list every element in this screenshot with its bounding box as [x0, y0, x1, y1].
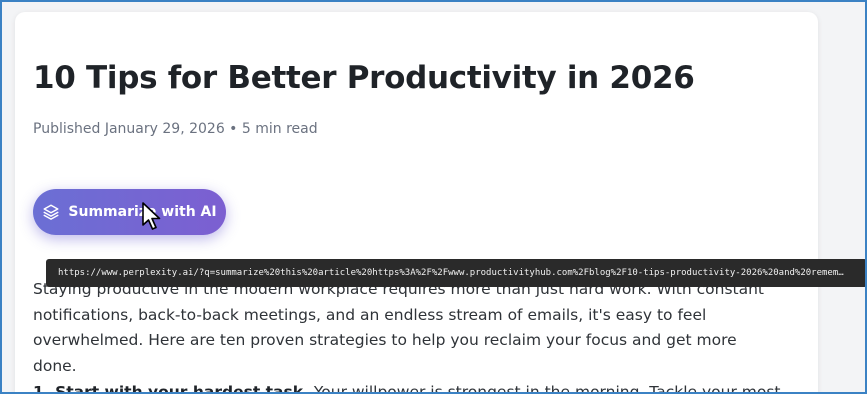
mouse-pointer-icon: [142, 202, 161, 230]
tip-1-text: Your willpower is strongest in the morni…: [308, 383, 781, 394]
article-meta: Published January 29, 2026 • 5 min read: [33, 121, 318, 137]
article-title: 10 Tips for Better Productivity in 2026: [33, 60, 695, 96]
article-intro-paragraph: Staying productive in the modern workpla…: [33, 280, 765, 375]
window-frame: 10 Tips for Better Productivity in 2026 …: [0, 0, 867, 394]
summarize-with-ai-button[interactable]: Summarize with AI: [33, 189, 226, 235]
tip-1-heading: 1. Start with your hardest task.: [33, 383, 309, 394]
link-url-tooltip: https://www.perplexity.ai/?q=summarize%2…: [46, 259, 865, 287]
layers-icon: [42, 203, 60, 221]
tip-1-paragraph: 1. Start with your hardest task. Your wi…: [33, 380, 793, 394]
